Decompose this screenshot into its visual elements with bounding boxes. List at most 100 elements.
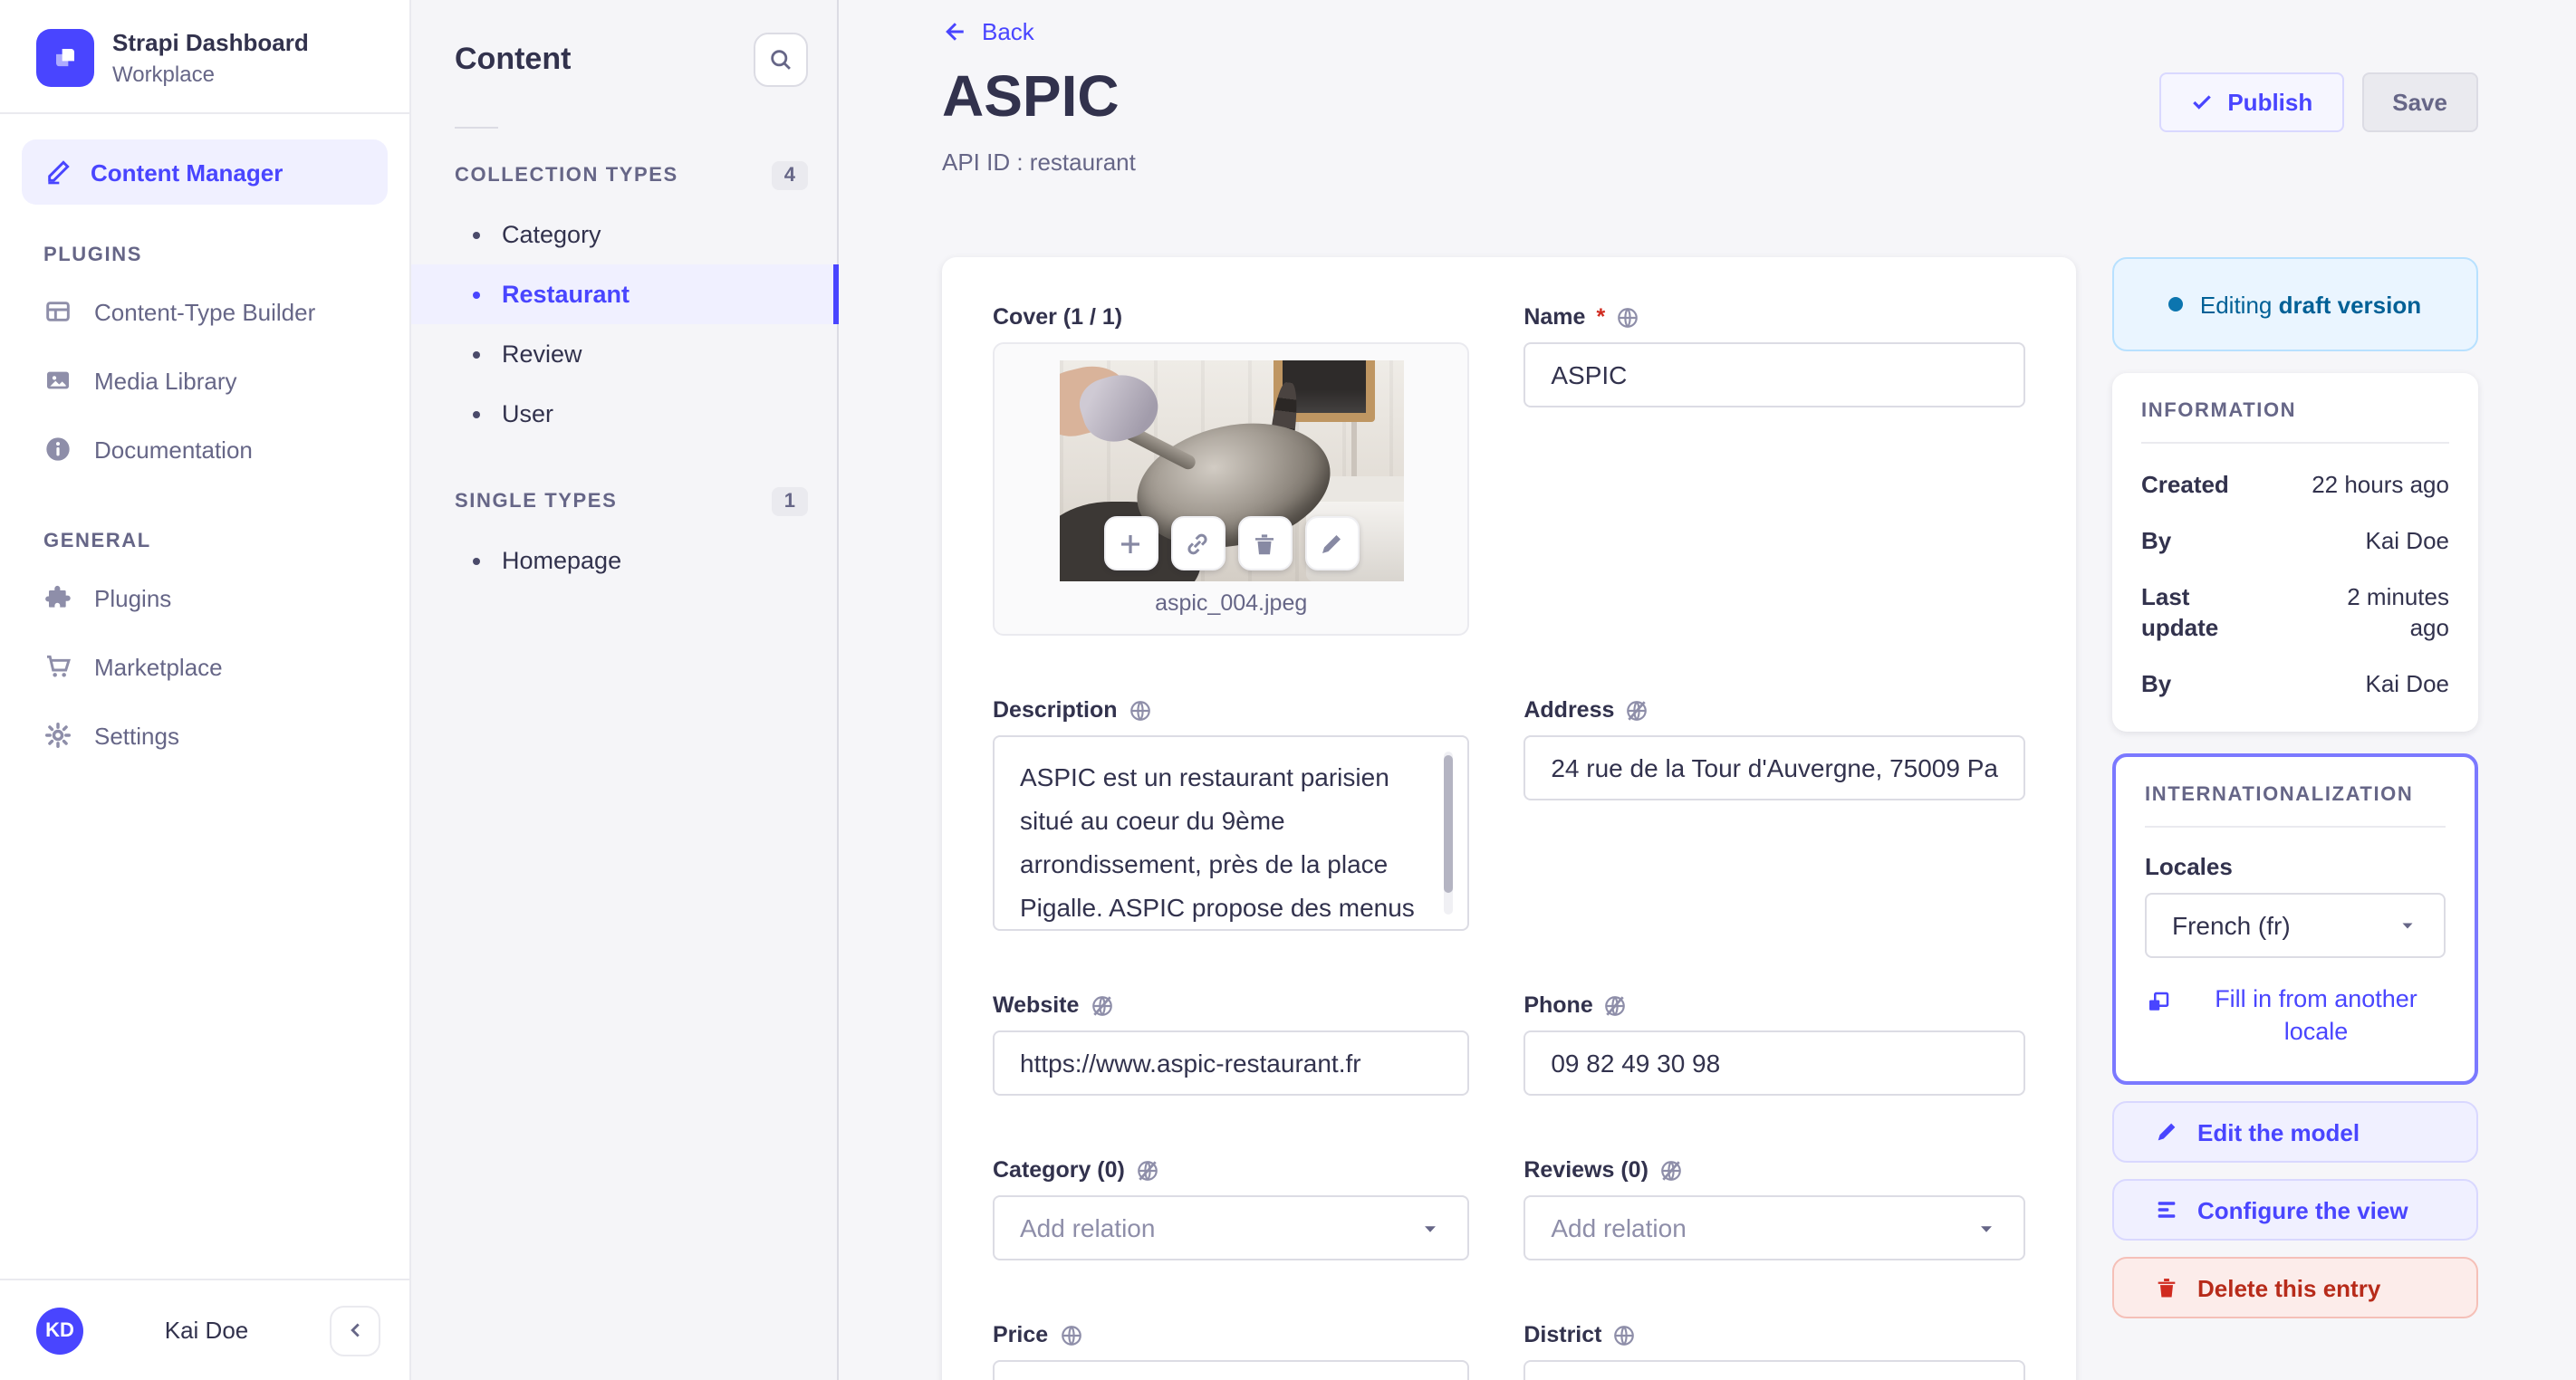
description-text: ASPIC est un restaurant parisien situé a… bbox=[1020, 762, 1415, 922]
subnav-divider bbox=[455, 127, 498, 129]
phone-input[interactable]: 09 82 49 30 98 bbox=[1523, 1030, 2025, 1096]
delete-media-button[interactable] bbox=[1237, 516, 1293, 570]
field-reviews: Reviews (0) Add relation bbox=[1523, 1157, 2025, 1260]
sidebar-item-label: Content Manager bbox=[91, 158, 284, 186]
information-title: INFORMATION bbox=[2141, 400, 2297, 422]
globe-icon bbox=[1129, 698, 1152, 722]
locale-value: French (fr) bbox=[2172, 911, 2291, 940]
sidebar-item-content-type-builder[interactable]: Content-Type Builder bbox=[0, 277, 409, 346]
description-label: Description bbox=[993, 697, 1118, 723]
gear-icon bbox=[43, 721, 72, 750]
copy-link-button[interactable] bbox=[1170, 516, 1226, 570]
cover-filename: aspic_004.jpeg bbox=[1155, 590, 1308, 616]
arrow-left-icon bbox=[942, 18, 969, 45]
status-dot-icon bbox=[2168, 297, 2184, 311]
pencil-icon bbox=[2154, 1119, 2179, 1145]
sidebar-item-media-library[interactable]: Media Library bbox=[0, 346, 409, 415]
edit-model-label: Edit the model bbox=[2197, 1118, 2360, 1145]
locales-label: Locales bbox=[2145, 853, 2233, 880]
page-title: ASPIC bbox=[942, 63, 1120, 129]
configure-lines-icon bbox=[2154, 1197, 2179, 1222]
cart-icon bbox=[43, 652, 72, 681]
cover-photo bbox=[1059, 360, 1404, 581]
sidebar-item-settings[interactable]: Settings bbox=[0, 701, 409, 770]
price-select[interactable]: Luxury bbox=[993, 1360, 1470, 1380]
api-id-subtitle: API ID : restaurant bbox=[942, 149, 1136, 176]
sidebar-item-label: Documentation bbox=[94, 436, 253, 463]
configure-view-button[interactable]: Configure the view bbox=[2112, 1179, 2478, 1241]
link-icon bbox=[1184, 530, 1211, 557]
plugins-section-header: PLUGINS bbox=[43, 244, 142, 266]
subnav-item-user[interactable]: User bbox=[411, 384, 837, 444]
website-label: Website bbox=[993, 992, 1080, 1018]
locale-select[interactable]: French (fr) bbox=[2145, 893, 2446, 958]
collection-types-count-badge: 4 bbox=[771, 161, 808, 190]
category-relation-select[interactable]: Add relation bbox=[993, 1195, 1470, 1260]
copy-icon bbox=[2145, 989, 2172, 1016]
scrollbar-thumb[interactable] bbox=[1444, 755, 1454, 893]
district-select[interactable]: Ninth bbox=[1523, 1360, 2025, 1380]
subnav-item-category[interactable]: Category bbox=[411, 205, 837, 264]
search-icon bbox=[768, 47, 793, 72]
price-label: Price bbox=[993, 1322, 1049, 1347]
required-asterisk: * bbox=[1596, 304, 1606, 330]
website-input[interactable]: https://www.aspic-restaurant.fr bbox=[993, 1030, 1470, 1096]
description-textarea[interactable]: ASPIC est un restaurant parisien situé a… bbox=[993, 735, 1470, 931]
subnav-item-label: Restaurant bbox=[502, 281, 630, 308]
content-subnav: Content COLLECTION TYPES 4 Category Rest… bbox=[411, 0, 839, 1380]
edit-media-button[interactable] bbox=[1304, 516, 1360, 570]
collapse-sidebar-button[interactable] bbox=[330, 1305, 380, 1356]
add-media-button[interactable] bbox=[1103, 516, 1158, 570]
feather-pen-icon bbox=[43, 158, 72, 187]
back-link[interactable]: Back bbox=[942, 18, 1034, 45]
globe-slash-icon bbox=[1659, 1158, 1683, 1182]
internationalization-card: INTERNATIONALIZATION Locales French (fr)… bbox=[2112, 753, 2478, 1085]
address-input[interactable]: 24 rue de la Tour d'Auvergne, 75009 Pa bbox=[1523, 735, 2025, 800]
district-label: District bbox=[1523, 1322, 1602, 1347]
bullet-icon bbox=[473, 231, 480, 238]
publish-button[interactable]: Publish bbox=[2158, 72, 2344, 132]
sidebar-item-plugins[interactable]: Plugins bbox=[0, 563, 409, 632]
name-input[interactable]: ASPIC bbox=[1523, 342, 2025, 407]
field-cover: Cover (1 / 1) aspic_004.jpeg bbox=[993, 304, 1470, 636]
address-label: Address bbox=[1523, 697, 1615, 723]
search-button[interactable] bbox=[754, 33, 808, 87]
category-placeholder: Add relation bbox=[1020, 1213, 1156, 1242]
draft-version-label: draft version bbox=[2278, 291, 2422, 318]
single-types-count-badge: 1 bbox=[771, 487, 808, 516]
edit-model-button[interactable]: Edit the model bbox=[2112, 1101, 2478, 1163]
field-address: Address 24 rue de la Tour d'Auvergne, 75… bbox=[1523, 697, 2025, 931]
field-website: Website https://www.aspic-restaurant.fr bbox=[993, 992, 1470, 1096]
reviews-placeholder: Add relation bbox=[1551, 1213, 1687, 1242]
publish-label: Publish bbox=[2227, 89, 2313, 116]
field-name: Name * ASPIC bbox=[1523, 304, 2025, 636]
globe-icon bbox=[1616, 305, 1639, 329]
subnav-item-homepage[interactable]: Homepage bbox=[411, 531, 837, 590]
phone-label: Phone bbox=[1523, 992, 1593, 1018]
subnav-item-restaurant[interactable]: Restaurant bbox=[411, 264, 839, 324]
subnav-item-review[interactable]: Review bbox=[411, 324, 837, 384]
delete-entry-button[interactable]: Delete this entry bbox=[2112, 1257, 2478, 1318]
strapi-logo-icon bbox=[36, 29, 94, 87]
sidebar-item-content-manager[interactable]: Content Manager bbox=[22, 139, 388, 205]
fill-from-locale-link[interactable]: Fill in from another locale bbox=[2145, 983, 2446, 1049]
sidebar-item-documentation[interactable]: Documentation bbox=[0, 415, 409, 484]
category-label: Category (0) bbox=[993, 1157, 1125, 1183]
chevron-down-icon bbox=[1418, 1216, 1442, 1240]
save-button[interactable]: Save bbox=[2361, 72, 2478, 132]
info-row-updated-by: By Kai Doe bbox=[2141, 670, 2449, 697]
chevron-down-icon bbox=[1975, 1216, 1998, 1240]
entry-form-card: Cover (1 / 1) aspic_004.jpeg Name * ASPI… bbox=[942, 257, 2076, 1380]
globe-icon bbox=[1059, 1323, 1082, 1346]
general-section-header: GENERAL bbox=[43, 531, 151, 552]
sidebar-user-footer: KD Kai Doe bbox=[0, 1279, 409, 1380]
reviews-relation-select[interactable]: Add relation bbox=[1523, 1195, 2025, 1260]
globe-slash-icon bbox=[1136, 1158, 1159, 1182]
sidebar-item-label: Content-Type Builder bbox=[94, 298, 316, 325]
sidebar-item-label: Plugins bbox=[94, 584, 172, 611]
check-icon bbox=[2189, 91, 2213, 114]
bullet-icon bbox=[473, 410, 480, 417]
info-row-last-update: Last update 2 minutes ago bbox=[2141, 583, 2449, 641]
cover-label: Cover (1 / 1) bbox=[993, 304, 1123, 330]
sidebar-item-marketplace[interactable]: Marketplace bbox=[0, 632, 409, 701]
